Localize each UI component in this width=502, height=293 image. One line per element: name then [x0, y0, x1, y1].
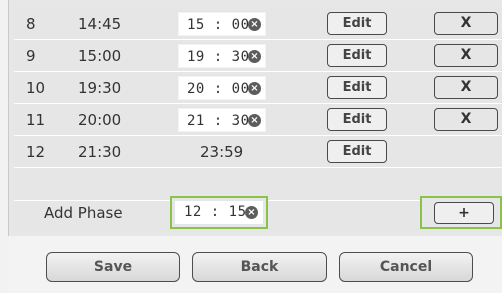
- phase-end-time-value: 15 : 00: [187, 17, 250, 33]
- phase-end-time-value: 19 : 30: [187, 49, 250, 65]
- phase-number: 12: [26, 143, 46, 161]
- delete-button[interactable]: X: [434, 44, 498, 67]
- delete-button[interactable]: X: [434, 108, 498, 131]
- phase-number: 9: [26, 47, 36, 65]
- phase-start-time: 15:00: [78, 47, 122, 65]
- add-phase-button-highlight: +: [420, 196, 502, 229]
- edit-button[interactable]: Edit: [327, 12, 387, 35]
- clear-icon[interactable]: ×: [248, 114, 261, 127]
- phase-start-time: 14:45: [78, 15, 122, 33]
- clear-icon[interactable]: ×: [245, 206, 258, 219]
- phase-end-time-value: 20 : 00: [187, 81, 250, 97]
- phase-end-time-value: 21 : 30: [187, 113, 250, 129]
- save-button[interactable]: Save: [46, 252, 180, 282]
- phase-start-time: 21:30: [78, 143, 122, 161]
- phase-row: 12 21:30 23:59 Edit: [14, 136, 502, 168]
- phase-end-time: 23:59: [200, 143, 244, 161]
- phase-row: 11 20:00 21 : 30 × Edit X: [14, 104, 502, 136]
- phase-row: 10 19:30 20 : 00 × Edit X: [14, 72, 502, 104]
- phase-start-time: 20:00: [78, 111, 122, 129]
- delete-button[interactable]: X: [434, 12, 498, 35]
- phase-start-time: 19:30: [78, 79, 122, 97]
- edit-button[interactable]: Edit: [327, 140, 387, 163]
- add-phase-label: Add Phase: [44, 204, 123, 222]
- phase-number: 11: [26, 111, 46, 129]
- delete-button[interactable]: X: [434, 76, 498, 99]
- add-phase-time-input[interactable]: 12 : 15 ×: [170, 196, 268, 229]
- phase-end-time-input[interactable]: 19 : 30 ×: [178, 44, 266, 68]
- add-phase-time-box[interactable]: 12 : 15 ×: [175, 201, 263, 224]
- edit-button[interactable]: Edit: [327, 44, 387, 67]
- phase-end-time-input[interactable]: 20 : 00 ×: [178, 76, 266, 100]
- back-button[interactable]: Back: [192, 252, 327, 282]
- phase-number: 8: [26, 15, 36, 33]
- phase-row: 8 14:45 15 : 00 × Edit X: [14, 8, 502, 40]
- clear-icon[interactable]: ×: [248, 82, 261, 95]
- clear-icon[interactable]: ×: [248, 18, 261, 31]
- phase-end-time-input[interactable]: 21 : 30 ×: [178, 108, 266, 132]
- phase-row: 9 15:00 19 : 30 × Edit X: [14, 40, 502, 72]
- add-phase-row: Add Phase 12 : 15 × +: [14, 196, 502, 229]
- phase-end-time-input[interactable]: 15 : 00 ×: [178, 12, 266, 36]
- add-phase-time-value: 12 : 15: [184, 204, 247, 220]
- phase-editor: 8 14:45 15 : 00 × Edit X 9 15:00 19 : 30…: [0, 0, 502, 293]
- cancel-button[interactable]: Cancel: [339, 252, 473, 282]
- add-phase-button[interactable]: +: [434, 202, 494, 224]
- footer: Save Back Cancel: [8, 236, 502, 293]
- phase-number: 10: [26, 79, 46, 97]
- edit-button[interactable]: Edit: [327, 76, 387, 99]
- edit-button[interactable]: Edit: [327, 108, 387, 131]
- clear-icon[interactable]: ×: [248, 50, 261, 63]
